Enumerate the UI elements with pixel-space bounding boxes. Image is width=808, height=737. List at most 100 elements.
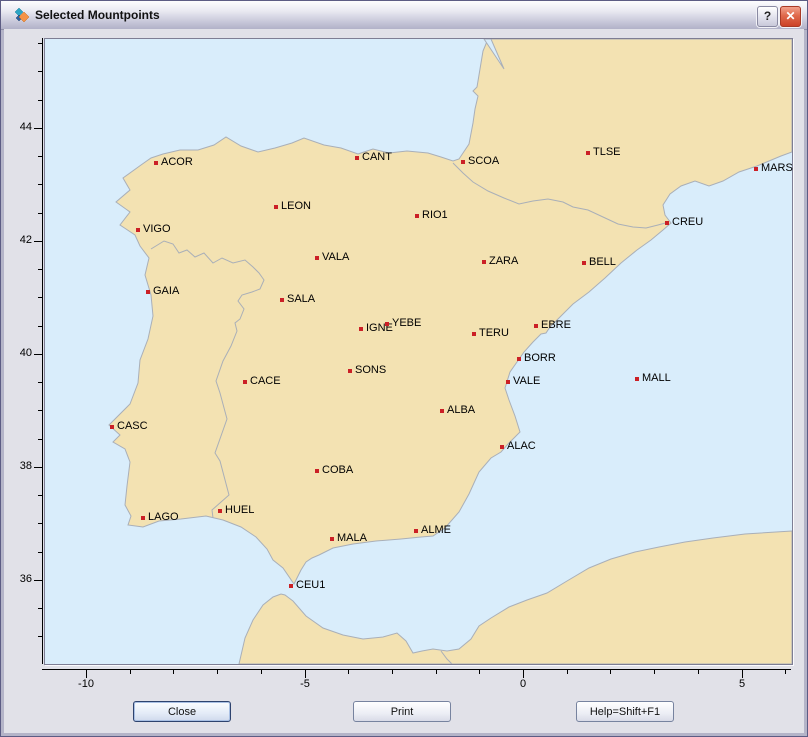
station-marker [136,228,140,232]
station-marker [472,332,476,336]
y-minor-tick [38,213,42,214]
x-minor-tick [567,670,568,674]
station-marker [517,357,521,361]
station-marker [500,445,504,449]
y-minor-tick [38,156,42,157]
station-marker [348,369,352,373]
y-major-tick [34,128,42,129]
y-minor-tick [38,100,42,101]
titlebar[interactable]: Selected Mountpoints ? ✕ [1,1,807,30]
station-label: CASC [117,420,148,433]
x-major-tick [86,670,87,678]
x-tick-label: 5 [720,678,764,690]
station-label: ALBA [447,404,475,417]
y-major-tick [34,580,42,581]
station-label: SALA [287,293,315,306]
y-minor-tick [38,326,42,327]
landmass-iberia-france [109,39,792,584]
station-marker [506,380,510,384]
station-marker [482,260,486,264]
x-major-tick [742,670,743,678]
station-marker [154,161,158,165]
station-marker [315,256,319,260]
y-major-tick [34,354,42,355]
station-marker [315,469,319,473]
help-titlebar-button[interactable]: ? [757,6,778,27]
y-minor-tick [38,495,42,496]
station-marker [665,221,669,225]
station-marker [274,205,278,209]
station-label: ACOR [161,156,193,169]
station-label: ALME [421,524,451,537]
station-label: VALE [513,375,540,388]
station-marker [355,156,359,160]
station-marker [359,327,363,331]
y-minor-tick [38,410,42,411]
x-minor-tick [217,670,218,674]
station-label: SCOA [468,155,499,168]
x-minor-tick [610,670,611,674]
y-tick-label: 40 [6,347,32,359]
station-label: MALA [337,532,367,545]
map-plot-area [44,38,793,665]
close-window-icon[interactable]: ✕ [780,6,801,27]
station-label: LEON [281,200,311,213]
y-minor-tick [38,297,42,298]
y-minor-tick [38,269,42,270]
y-minor-tick [38,184,42,185]
station-label: LAGO [148,511,179,524]
x-tick-label: 0 [501,678,545,690]
station-label: CACE [250,375,281,388]
x-minor-tick [698,670,699,674]
x-minor-tick [348,670,349,674]
station-label: ZARA [489,255,518,268]
station-marker [415,214,419,218]
x-axis-line [42,669,791,670]
x-major-tick [523,670,524,678]
print-button[interactable]: Print [353,701,451,722]
y-minor-tick [38,608,42,609]
y-major-tick [34,467,42,468]
station-marker [461,160,465,164]
station-label: COBA [322,464,353,477]
station-marker [141,516,145,520]
y-minor-tick [38,43,42,44]
station-marker [586,151,590,155]
station-marker [243,380,247,384]
y-minor-tick [38,523,42,524]
station-label: EBRE [541,319,571,332]
station-label: BORR [524,352,556,365]
selected-mountpoints-window: Selected Mountpoints ? ✕ -10-50536384042… [0,0,808,737]
station-marker [414,529,418,533]
x-tick-label: -5 [283,678,327,690]
y-tick-label: 42 [6,234,32,246]
iberia-map [45,39,792,664]
station-marker [385,322,389,326]
x-minor-tick [173,670,174,674]
x-minor-tick [785,670,786,674]
station-marker [218,509,222,513]
x-minor-tick [261,670,262,674]
station-label: YEBE [392,317,421,330]
x-minor-tick [392,670,393,674]
station-label: BELL [589,256,616,269]
station-label: HUEL [225,504,254,517]
station-label: VALA [322,251,349,264]
x-minor-tick [130,670,131,674]
app-icon [14,7,30,23]
station-marker [440,409,444,413]
station-label: TERU [479,327,509,340]
x-minor-tick [436,670,437,674]
y-minor-tick [38,382,42,383]
station-marker [110,425,114,429]
station-marker [330,537,334,541]
station-label: MALL [642,372,671,385]
close-button[interactable]: Close [133,701,231,722]
help-button[interactable]: Help=Shift+F1 [576,701,674,722]
y-tick-label: 36 [6,573,32,585]
window-title: Selected Mountpoints [35,1,160,29]
station-marker [582,261,586,265]
x-minor-tick [654,670,655,674]
x-tick-label: -10 [64,678,108,690]
station-marker [635,377,639,381]
